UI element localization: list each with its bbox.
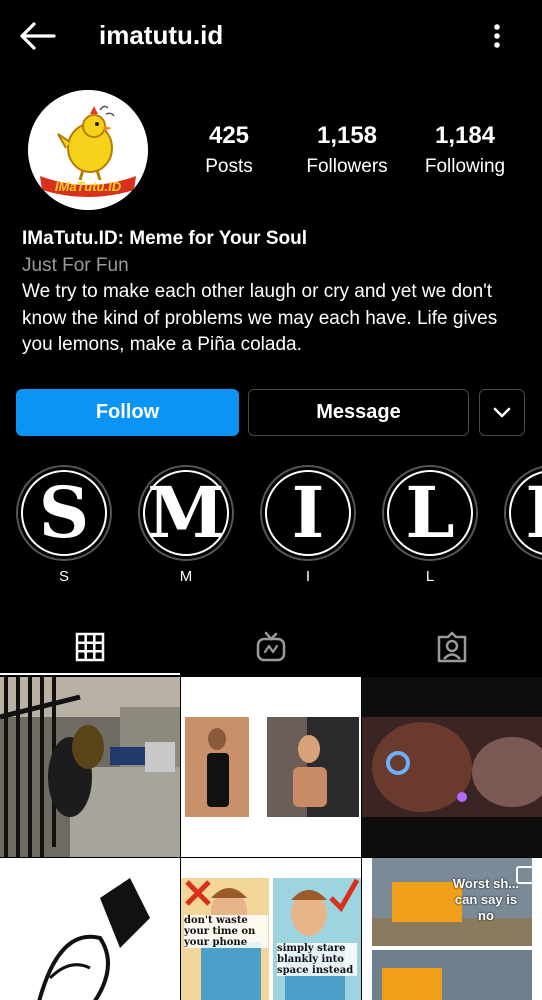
highlight-i[interactable]: I — [260, 465, 356, 561]
post-thumbnail[interactable] — [0, 677, 180, 857]
active-tab-indicator — [0, 673, 180, 675]
follow-button[interactable]: Follow — [16, 389, 239, 436]
highlight-i-cover: I — [265, 470, 351, 556]
followers-count: 1,158 — [316, 122, 378, 149]
post-caption-top: Worst sh... can say is no — [452, 876, 520, 923]
post-caption-right: simply stare blankly into space instead — [277, 943, 357, 976]
tab-tagged[interactable] — [362, 618, 542, 676]
profile-tabs — [0, 618, 542, 676]
highlight-i-label: I — [305, 568, 311, 585]
tagged-icon — [437, 631, 467, 663]
tab-igtv[interactable] — [181, 618, 361, 676]
posts-count: 425 — [208, 122, 250, 149]
highlight-m[interactable]: M — [138, 465, 234, 561]
profile-username: imatutu.id — [99, 20, 224, 50]
stat-followers[interactable]: 1,158 Followers — [282, 122, 412, 178]
tab-posts-grid[interactable] — [0, 618, 180, 676]
multiple-posts-icon — [154, 866, 172, 884]
post-caption-left: don't waste your time on your phone — [184, 915, 268, 948]
post-thumbnail[interactable] — [362, 677, 542, 857]
following-label: Following — [424, 156, 506, 177]
igtv-icon — [256, 631, 286, 662]
stat-following[interactable]: 1,184 Following — [400, 122, 530, 178]
posts-grid: don't waste your time on your phone simp… — [0, 677, 542, 1000]
highlight-e-cover: E — [509, 470, 542, 556]
highlight-s-label: S — [58, 568, 69, 585]
bio-name: IMaTutu.ID: Meme for Your Soul — [22, 228, 307, 249]
highlight-s[interactable]: S — [16, 465, 112, 561]
highlight-l-label: L — [425, 568, 435, 585]
highlight-s-cover: S — [21, 470, 107, 556]
highlight-m-cover: M — [143, 470, 229, 556]
highlight-m-label: M — [179, 568, 193, 585]
post-thumbnail[interactable]: Worst sh... can say is no Ew — [362, 858, 542, 1000]
svg-text:IMaTutu.ID: IMaTutu.ID — [55, 179, 122, 194]
highlight-e[interactable]: E — [504, 465, 542, 561]
message-button[interactable]: Message — [248, 389, 469, 436]
back-arrow-icon[interactable] — [18, 18, 58, 54]
post-thumbnail[interactable] — [0, 858, 180, 1000]
post-thumbnail[interactable]: don't waste your time on your phone simp… — [181, 858, 361, 1000]
posts-label: Posts — [205, 156, 253, 177]
suggested-accounts-button[interactable] — [479, 389, 525, 436]
top-bar: imatutu.id — [0, 0, 542, 72]
profile-avatar[interactable]: IMaTutu.ID — [28, 90, 148, 210]
highlight-l-cover: L — [387, 470, 473, 556]
more-options-icon[interactable] — [484, 20, 510, 54]
highlight-l[interactable]: L — [382, 465, 478, 561]
stat-posts[interactable]: 425 Posts — [164, 122, 294, 178]
followers-label: Followers — [306, 156, 388, 177]
chevron-down-icon — [493, 407, 511, 417]
profile-bio: IMaTutu.ID: Meme for Your Soul Just For … — [22, 226, 522, 359]
bio-category: Just For Fun — [22, 254, 129, 276]
grid-icon — [75, 632, 105, 662]
bio-text: We try to make each other laugh or cry a… — [22, 281, 498, 355]
highlight-e-clip: E — [504, 465, 542, 565]
post-thumbnail[interactable] — [181, 677, 361, 857]
following-count: 1,184 — [434, 122, 496, 149]
